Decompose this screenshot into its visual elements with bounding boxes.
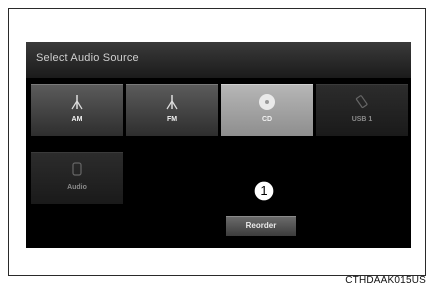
audio-source-screen: Select Audio Source AM FM CD USB 1 Audio… (26, 42, 411, 248)
source-button-fm[interactable]: FM (126, 84, 218, 136)
source-button-am[interactable]: AM (31, 84, 123, 136)
figure-code: CTHDAAK015US (345, 275, 426, 286)
source-button-cd[interactable]: CD (221, 84, 313, 136)
source-label: AM (71, 116, 83, 123)
source-button-bluetooth-audio[interactable]: Audio (31, 152, 123, 204)
bluetooth-audio-icon (72, 162, 82, 176)
screen-title: Select Audio Source (36, 52, 139, 64)
source-button-usb1[interactable]: USB 1 (316, 84, 408, 136)
antenna-icon (166, 95, 178, 110)
source-label: FM (166, 116, 178, 123)
source-label: Audio (67, 184, 87, 191)
source-label: USB 1 (351, 116, 373, 123)
reorder-button[interactable]: Reorder (226, 216, 296, 236)
reorder-label: Reorder (245, 221, 277, 230)
antenna-icon (71, 95, 83, 110)
source-label: CD (261, 116, 273, 123)
disc-icon (259, 94, 275, 110)
usb-icon (355, 95, 368, 109)
screen-header: Select Audio Source (26, 42, 411, 78)
callout-number: 1 (260, 183, 268, 198)
